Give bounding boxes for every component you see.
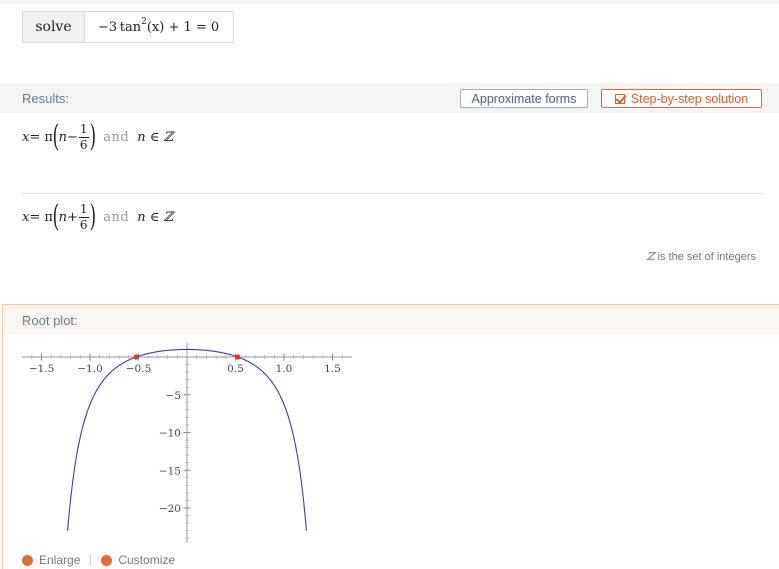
- right-paren: ): [89, 119, 96, 154]
- step-by-step-label: Step-by-step solution: [630, 91, 749, 106]
- root-plot-header: [3, 305, 779, 335]
- checkbox-icon: [614, 93, 625, 104]
- x-tick-label: 1.0: [276, 363, 293, 375]
- x-tick-label: −0.5: [126, 363, 152, 375]
- and-word: and: [103, 209, 130, 225]
- x-tick-label: −1.5: [29, 363, 55, 375]
- y-tick-label: −15: [159, 465, 181, 477]
- solution-n: n: [58, 209, 68, 225]
- solution-eq: = π: [29, 209, 53, 225]
- x-tick-label: 1.5: [324, 363, 341, 375]
- root-point: [133, 354, 139, 360]
- enlarge-icon: [22, 555, 33, 567]
- customize-icon: [101, 555, 113, 567]
- expr-suffix: (x) + 1 = 0: [146, 19, 220, 35]
- root-point: [235, 354, 241, 360]
- right-paren: ): [89, 199, 96, 234]
- solution-condition: n ∈ ℤ: [137, 209, 173, 225]
- customize-label: Customize: [118, 553, 176, 567]
- integers-note: ℤ is the set of integers: [646, 250, 756, 263]
- footer-separator: [90, 554, 92, 566]
- frac-den: 6: [79, 137, 88, 152]
- top-strip: [0, 0, 779, 4]
- solution-op: −: [67, 129, 78, 145]
- y-tick-label: −10: [159, 428, 181, 440]
- solution-separator: [22, 193, 763, 194]
- query-expression[interactable]: −3 tan 2 (x) + 1 = 0: [85, 12, 233, 42]
- solution-var: x: [22, 129, 30, 145]
- expr-prefix: −3 tan: [98, 19, 142, 35]
- solution-n: n: [58, 129, 68, 145]
- expr-power: 2: [141, 17, 147, 27]
- solution-var: x: [22, 209, 30, 225]
- integers-symbol: ℤ: [646, 250, 655, 263]
- approximate-forms-button[interactable]: Approximate forms: [460, 89, 588, 108]
- x-tick-label: 0.5: [227, 363, 244, 375]
- fraction: 16: [78, 121, 89, 153]
- root-plot-chart[interactable]: −1.5 −1.0 −0.5 0.5 1.0 1.5 −5 −10 −15 −20: [18, 340, 358, 545]
- solution-2: x = π (n + 1 6) and n ∈ ℤ: [22, 199, 173, 235]
- solution-op: +: [67, 209, 78, 225]
- y-tick-label: −5: [166, 390, 181, 402]
- enlarge-link[interactable]: Enlarge: [22, 553, 80, 567]
- and-word: and: [103, 129, 130, 145]
- frac-num: 1: [78, 121, 89, 138]
- command-label: solve: [23, 12, 85, 42]
- fraction: 16: [78, 201, 89, 233]
- results-title: Results:: [22, 91, 69, 106]
- root-plot-title: Root plot:: [22, 313, 78, 328]
- solution-1: x = π (n − 1 6) and n ∈ ℤ: [22, 119, 173, 155]
- solution-eq: = π: [29, 129, 53, 145]
- y-tick-label: −20: [159, 503, 181, 515]
- frac-den: 6: [79, 217, 88, 232]
- enlarge-label: Enlarge: [39, 553, 81, 567]
- frac-num: 1: [78, 201, 89, 218]
- left-paren: (: [52, 119, 60, 154]
- query-input-box[interactable]: solve −3 tan 2 (x) + 1 = 0: [22, 11, 235, 43]
- step-by-step-button[interactable]: Step-by-step solution: [601, 89, 762, 108]
- x-tick-label: −1.0: [77, 363, 103, 375]
- integers-note-text: is the set of integers: [654, 251, 756, 263]
- customize-link[interactable]: Customize: [101, 553, 175, 567]
- plot-footer: Enlarge Customize: [22, 553, 175, 567]
- solution-condition: n ∈ ℤ: [137, 129, 173, 145]
- left-paren: (: [52, 199, 60, 234]
